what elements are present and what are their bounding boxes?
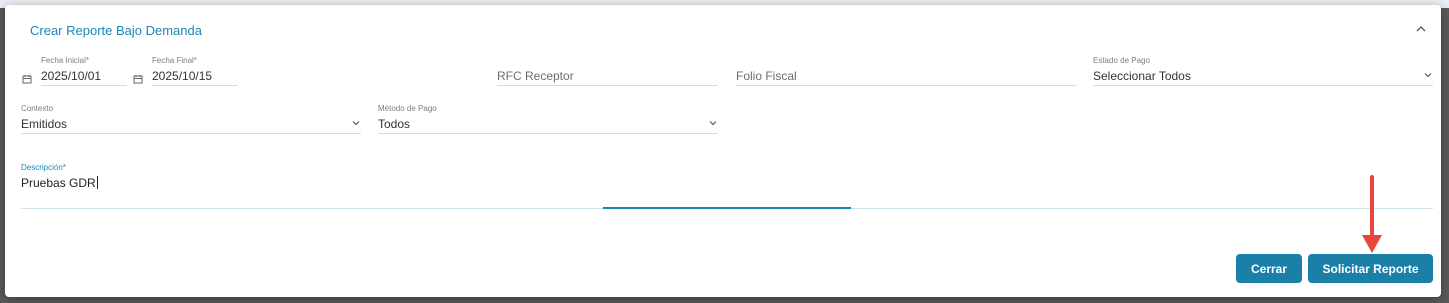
fecha-inicial-field[interactable]: Fecha Inicial* 2025/10/01 [41, 56, 127, 86]
metodo-de-pago-select[interactable]: Método de Pago Todos [378, 104, 718, 134]
metodo-de-pago-value[interactable]: Todos [378, 117, 410, 131]
calendar-icon[interactable] [22, 71, 32, 84]
fecha-final-label: Fecha Final* [152, 56, 197, 65]
estado-de-pago-select[interactable]: Estado de Pago Seleccionar Todos [1093, 56, 1433, 86]
field-underline [378, 133, 718, 134]
folio-fiscal-field[interactable]: Folio Fiscal [736, 56, 1076, 86]
contexto-value[interactable]: Emitidos [21, 117, 67, 131]
descripcion-label: Descripción* [21, 163, 66, 172]
cerrar-button[interactable]: Cerrar [1236, 254, 1302, 283]
fecha-inicial-label: Fecha Inicial* [41, 56, 90, 65]
field-underline [1093, 85, 1433, 86]
fecha-final-value[interactable]: 2025/10/15 [152, 69, 212, 83]
estado-de-pago-value[interactable]: Seleccionar Todos [1093, 69, 1191, 83]
text-caret [96, 176, 98, 189]
descripcion-focus-indicator [603, 207, 851, 209]
field-underline [736, 85, 1076, 86]
chevron-up-icon[interactable] [1413, 21, 1429, 37]
calendar-icon[interactable] [133, 71, 143, 84]
metodo-de-pago-label: Método de Pago [378, 104, 437, 113]
descripcion-input[interactable]: Pruebas GDR [21, 176, 98, 190]
folio-fiscal-placeholder[interactable]: Folio Fiscal [736, 69, 797, 83]
field-underline [497, 85, 718, 86]
chevron-down-icon[interactable] [1423, 67, 1433, 78]
field-underline [21, 133, 361, 134]
red-arrow-icon [1362, 175, 1382, 253]
fecha-inicial-value[interactable]: 2025/10/01 [41, 69, 101, 83]
chevron-down-icon[interactable] [351, 115, 361, 126]
contexto-select[interactable]: Contexto Emitidos [21, 104, 361, 134]
estado-de-pago-label: Estado de Pago [1093, 56, 1150, 65]
rfc-receptor-field[interactable]: RFC Receptor [497, 56, 718, 86]
dialog-title: Crear Reporte Bajo Demanda [30, 23, 202, 38]
chevron-down-icon[interactable] [708, 115, 718, 126]
descripcion-value[interactable]: Pruebas GDR [21, 176, 96, 190]
rfc-receptor-placeholder[interactable]: RFC Receptor [497, 69, 574, 83]
create-report-dialog: Crear Reporte Bajo Demanda Fecha Inicial… [5, 5, 1441, 297]
fecha-final-field[interactable]: Fecha Final* 2025/10/15 [152, 56, 238, 86]
field-underline [41, 85, 127, 86]
contexto-label: Contexto [21, 104, 54, 113]
field-underline [152, 85, 238, 86]
